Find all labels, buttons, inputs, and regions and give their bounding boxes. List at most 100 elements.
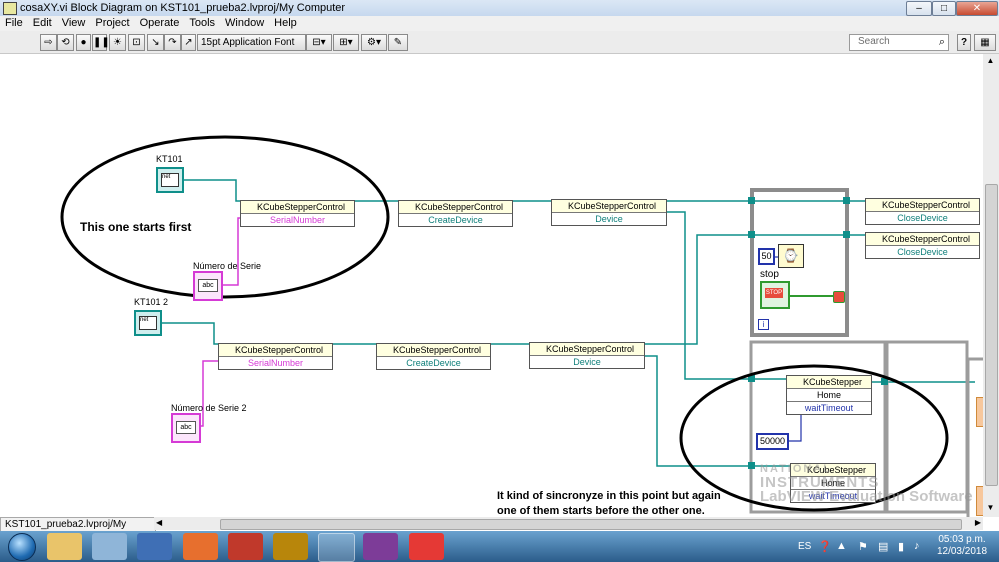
run-continuously-icon[interactable]: ⟲ — [57, 34, 74, 51]
serialnumber-property-node-2[interactable]: KCubeStepperControl SerialNumber — [218, 343, 333, 370]
language-indicator[interactable]: ES — [798, 541, 811, 552]
menu-view[interactable]: View — [57, 16, 91, 29]
pdf-reader-taskbar-icon[interactable] — [409, 533, 444, 560]
clean-up-diagram-icon[interactable]: ✎ — [388, 34, 408, 51]
volume-tray-icon[interactable]: ♪ — [914, 540, 920, 552]
wait-timer-icon[interactable]: ⌚ — [778, 244, 804, 268]
scroll-down-icon[interactable]: ▼ — [985, 503, 996, 514]
abort-icon[interactable]: ● — [76, 34, 91, 51]
serie-label: Número de Serie — [193, 261, 262, 271]
block-diagram-canvas[interactable]: KT101 net KT101 2 net Número de Serie ab… — [0, 54, 983, 517]
game-taskbar-icon[interactable] — [273, 533, 308, 560]
winrar-taskbar-icon[interactable] — [363, 533, 398, 560]
wire-device-home — [666, 211, 752, 380]
search-placeholder: Search — [858, 36, 890, 47]
windows-taskbar: ES ❓ ▲ ⚑ ▤ ▮ ♪ 05:03 p.m. 12/03/2018 — [0, 531, 999, 562]
kt101-refnum[interactable]: net — [156, 167, 184, 193]
labview-vi-icon — [3, 2, 17, 15]
font-selector[interactable]: 15pt Application Font — [197, 34, 306, 51]
device-property-node-2[interactable]: KCubeStepperControl Device — [529, 342, 645, 369]
step-out-icon[interactable]: ↗ — [181, 34, 196, 51]
title-bar: cosaXY.vi Block Diagram on KST101_prueba… — [0, 0, 999, 17]
menu-help[interactable]: Help — [269, 16, 302, 29]
start-orb-icon[interactable] — [8, 533, 36, 561]
horizontal-scroll-thumb[interactable] — [220, 519, 962, 530]
wires-layer — [60, 135, 983, 517]
indicator-partial-2 — [976, 486, 983, 516]
closedevice-invoke-node-2[interactable]: KCubeStepperControl CloseDevice — [865, 232, 980, 259]
scroll-right-icon[interactable]: ▶ — [975, 518, 981, 527]
menu-project[interactable]: Project — [90, 16, 134, 29]
highlight-execution-icon[interactable]: ☀ — [109, 34, 126, 51]
retain-wire-values-icon[interactable]: ⊡ — [128, 34, 145, 51]
iteration-terminal: i — [758, 319, 769, 330]
kt101-2-label: KT101 2 — [134, 297, 169, 307]
stop-button-control[interactable]: STOP — [760, 281, 790, 309]
menu-edit[interactable]: Edit — [28, 16, 57, 29]
serialnumber-property-node-1[interactable]: KCubeStepperControl SerialNumber — [240, 200, 355, 227]
battery-tray-icon[interactable]: ▮ — [898, 540, 904, 553]
timeout-constant[interactable]: 50000 — [756, 433, 789, 450]
kt101-2-refnum[interactable]: net — [134, 310, 162, 336]
labview-taskbar-icon[interactable] — [137, 533, 172, 560]
wire-device-loop-2 — [644, 234, 752, 345]
close-button[interactable]: ✕ — [956, 1, 998, 16]
serie-control[interactable]: abc — [193, 271, 223, 301]
search-icon[interactable]: ⌕ — [939, 36, 945, 49]
menu-bar: File Edit View Project Operate Tools Window Hel… — [0, 16, 999, 31]
help-tray-icon[interactable]: ❓ — [818, 540, 832, 553]
serie2-label: Número de Serie 2 — [171, 403, 247, 413]
menu-tools[interactable]: Tools — [184, 16, 220, 29]
wire-kt101 — [182, 179, 240, 202]
maximize-button[interactable]: □ — [932, 1, 956, 16]
chevron-up-icon[interactable]: ▲ — [836, 540, 847, 552]
flag-tray-icon[interactable]: ⚑ — [858, 540, 868, 553]
network-tray-icon[interactable]: ▤ — [878, 540, 888, 553]
createdevice-invoke-node-1[interactable]: KCubeStepperControl CreateDevice — [398, 200, 513, 227]
reorder-icon[interactable]: ⚙▾ — [361, 34, 387, 51]
scroll-up-icon[interactable]: ▲ — [985, 56, 996, 67]
calculator-taskbar-icon[interactable] — [92, 533, 127, 560]
wait-ms-constant[interactable]: 50 — [758, 248, 775, 265]
vi-icon: ▦ — [974, 34, 996, 51]
run-arrow-icon[interactable]: ⇨ — [40, 34, 57, 51]
ni-watermark: NATIONAL INSTRUMENTS LabVIEW Evaluation … — [760, 463, 973, 505]
annotation-sync-1: It kind of sincronyze in this point but … — [497, 490, 721, 502]
vertical-scrollbar[interactable]: ▲ ▼ — [983, 54, 999, 517]
home-invoke-node[interactable]: KCubeStepper Home waitTimeout — [786, 375, 872, 415]
step-into-icon[interactable]: ↘ — [147, 34, 164, 51]
step-over-icon[interactable]: ↷ — [164, 34, 181, 51]
firefox-taskbar-icon[interactable] — [183, 533, 218, 560]
annotation-first: This one starts first — [80, 220, 192, 234]
scroll-left-icon[interactable]: ◀ — [156, 518, 162, 527]
kt101-label: KT101 — [156, 154, 183, 164]
wire-kt101-2 — [160, 322, 218, 345]
media-taskbar-icon[interactable] — [228, 533, 263, 560]
toolbar: ⇨ ⟲ ● ❚❚ ☀ ⊡ ↘ ↷ ↗ 15pt Application Font… — [0, 31, 999, 54]
device-property-node-1[interactable]: KCubeStepperControl Device — [551, 199, 667, 226]
serie2-control[interactable]: abc — [171, 413, 201, 443]
status-bar: KST101_prueba2.lvproj/My Computer — [0, 517, 156, 541]
labview-active-taskbar-icon[interactable] — [318, 533, 355, 562]
explorer-taskbar-icon[interactable] — [47, 533, 82, 560]
loop-condition-icon[interactable] — [833, 291, 845, 303]
menu-window[interactable]: Window — [220, 16, 269, 29]
vertical-scroll-thumb[interactable] — [985, 184, 998, 486]
system-clock[interactable]: 05:03 p.m. 12/03/2018 — [930, 534, 994, 558]
distribute-objects-icon[interactable]: ⊞▾ — [333, 34, 359, 51]
wire-serie-2 — [198, 360, 218, 427]
createdevice-invoke-node-2[interactable]: KCubeStepperControl CreateDevice — [376, 343, 491, 370]
closedevice-invoke-node-1[interactable]: KCubeStepperControl CloseDevice — [865, 198, 980, 225]
align-objects-icon[interactable]: ⊟▾ — [306, 34, 332, 51]
context-help-button[interactable]: ? — [957, 34, 971, 51]
menu-file[interactable]: File — [0, 16, 28, 29]
annotation-sync-2: one of them starts before the other one. — [497, 505, 705, 517]
window-title: cosaXY.vi Block Diagram on KST101_prueba… — [20, 2, 346, 14]
search-box[interactable]: Search ⌕ — [849, 34, 949, 51]
indicator-partial — [976, 397, 983, 427]
wire-serie-1 — [220, 217, 240, 286]
menu-operate[interactable]: Operate — [135, 16, 185, 29]
minimize-button[interactable]: – — [906, 1, 932, 16]
pause-icon[interactable]: ❚❚ — [92, 34, 110, 51]
stop-label: stop — [760, 269, 779, 280]
